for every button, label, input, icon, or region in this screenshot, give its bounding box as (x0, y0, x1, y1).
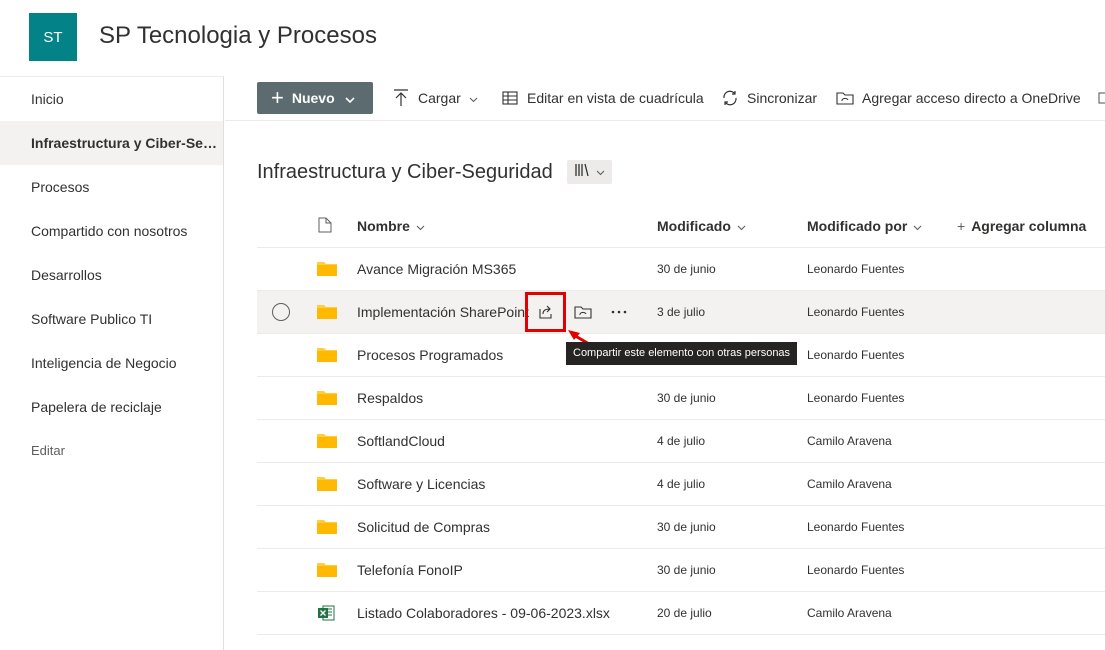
row-name-link[interactable]: Implementación SharePoint (357, 291, 529, 333)
plus-icon: + (271, 85, 284, 110)
sync-button[interactable]: Sincronizar (721, 76, 817, 120)
upload-label: Cargar (418, 90, 461, 106)
row-modified-by[interactable]: Leonardo Fuentes (807, 506, 904, 548)
row-modified-date: 30 de junio (657, 262, 716, 276)
site-logo[interactable]: ST (29, 13, 77, 61)
table-row[interactable]: Solicitud de Compras 30 de junio Leonardo … (257, 506, 1105, 549)
upload-icon (392, 89, 410, 107)
row-name-link[interactable]: SoftlandCloud (357, 420, 445, 462)
nav-item-infraestructura[interactable]: Infraestructura y Ciber-Seguridad (0, 121, 223, 165)
folder-icon (317, 518, 337, 536)
row-modified-date: 3 de julio (657, 305, 706, 319)
row-name-link[interactable]: Respaldos (357, 377, 423, 419)
chevron-down-icon (737, 218, 746, 234)
nav-edit-link[interactable]: Editar (0, 429, 223, 473)
document-icon (318, 217, 332, 236)
folder-icon (317, 346, 337, 364)
share-tooltip: Compartir este elemento con otras person… (566, 342, 798, 365)
row-modified-date: 30 de junio (657, 520, 716, 534)
file-type-column-header[interactable] (318, 205, 332, 247)
row-name-link[interactable]: Telefonía FonoIP (357, 549, 463, 591)
nav-item-inicio[interactable]: Inicio (0, 77, 223, 121)
folder-icon (317, 303, 337, 321)
table-row[interactable]: Implementación SharePoint 3 de julio Leona… (257, 291, 1105, 334)
excel-file-icon (317, 604, 337, 622)
nav-item-desarrollos[interactable]: Desarrollos (0, 253, 223, 297)
folder-icon (317, 432, 337, 450)
row-name-link[interactable]: Avance Migración MS365 (357, 248, 516, 290)
nav-item-software-publico[interactable]: Software Publico TI (0, 297, 223, 341)
add-column-button[interactable]: + Agregar columna (957, 205, 1086, 247)
grid-view-button[interactable]: Editar en vista de cuadrícula (501, 76, 704, 120)
row-modified-by[interactable]: Leonardo Fuentes (807, 377, 904, 419)
chevron-down-icon (913, 218, 922, 234)
row-modified-by[interactable]: Camilo Aravena (807, 592, 892, 634)
row-modified-by[interactable]: Camilo Aravena (807, 420, 892, 462)
nav-item-procesos[interactable]: Procesos (0, 165, 223, 209)
row-name-link[interactable]: Procesos Programados (357, 334, 503, 376)
row-modified-date: 4 de julio (657, 477, 706, 491)
table-row[interactable]: Software y Licencias 4 de julio Camilo Ara… (257, 463, 1105, 506)
add-onedrive-shortcut-button[interactable]: Agregar acceso directo a OneDrive (836, 76, 1081, 120)
site-title[interactable]: SP Tecnologia y Procesos (99, 22, 377, 50)
column-header-name[interactable]: Nombre (357, 205, 425, 247)
new-button[interactable]: + Nuevo (257, 82, 373, 114)
plus-icon: + (957, 218, 966, 234)
more-commands-icon[interactable] (1098, 76, 1105, 120)
row-modified-by[interactable]: Leonardo Fuentes (807, 291, 904, 333)
row-modified-by[interactable]: Leonardo Fuentes (807, 334, 904, 376)
new-button-label: Nuevo (291, 90, 335, 106)
nav-item-papelera[interactable]: Papelera de reciclaje (0, 385, 223, 429)
row-modified-date: 4 de julio (657, 434, 706, 448)
folder-icon (317, 260, 337, 278)
site-header: ST SP Tecnologia y Procesos (0, 0, 1105, 76)
sync-label: Sincronizar (747, 90, 818, 106)
column-header-modified[interactable]: Modificado (657, 205, 746, 247)
table-row[interactable]: Listado Colaboradores - 09-06-2023.xlsx 2… (257, 592, 1105, 635)
add-column-label: Agregar columna (971, 218, 1087, 234)
folder-icon (317, 389, 337, 407)
row-name-link[interactable]: Listado Colaboradores - 09-06-2023.xlsx (357, 592, 610, 634)
row-modified-by[interactable]: Leonardo Fuentes (807, 549, 904, 591)
row-modified-date: 20 de julio (657, 606, 712, 620)
nav-item-inteligencia-negocio[interactable]: Inteligencia de Negocio (0, 341, 223, 385)
column-header-modified-by-label: Modificado por (807, 218, 908, 234)
library-icon (574, 162, 592, 183)
chevron-down-icon (345, 90, 355, 106)
chevron-down-icon (596, 163, 605, 181)
table-row[interactable]: Respaldos 30 de junio Leonardo Fuentes (257, 377, 1105, 420)
left-navigation: Inicio Infraestructura y Ciber-Seguridad… (0, 76, 224, 650)
chevron-down-icon (469, 90, 478, 106)
onedrive-shortcut-icon (836, 89, 854, 107)
column-header-name-label: Nombre (357, 218, 410, 234)
upload-button[interactable]: Cargar (392, 76, 478, 120)
row-modified-by[interactable]: Leonardo Fuentes (807, 248, 904, 290)
table-row[interactable]: Telefonía FonoIP 30 de junio Leonardo Fuen… (257, 549, 1105, 592)
library-title: Infraestructura y Ciber-Seguridad (257, 161, 553, 183)
row-select-checkbox[interactable] (272, 303, 290, 321)
command-bar: + Nuevo Cargar Editar en vista de cuadrí… (225, 76, 1105, 121)
grid-view-label: Editar en vista de cuadrícula (527, 90, 704, 106)
add-onedrive-shortcut-label: Agregar acceso directo a OneDrive (862, 90, 1081, 106)
chevron-down-icon (416, 218, 425, 234)
row-modified-by[interactable]: Camilo Aravena (807, 463, 892, 505)
view-switcher-button[interactable] (567, 160, 612, 184)
row-modified-date: 30 de junio (657, 563, 716, 577)
nav-item-compartido[interactable]: Compartido con nosotros (0, 209, 223, 253)
column-header-modified-by[interactable]: Modificado por (807, 205, 922, 247)
row-modified-date: 30 de junio (657, 391, 716, 405)
sync-icon (721, 89, 739, 107)
row-name-link[interactable]: Solicitud de Compras (357, 506, 490, 548)
table-row[interactable]: SoftlandCloud 4 de julio Camilo Aravena (257, 420, 1105, 463)
column-header-modified-label: Modificado (657, 218, 731, 234)
folder-icon (317, 561, 337, 579)
row-name-link[interactable]: Software y Licencias (357, 463, 485, 505)
table-row[interactable]: Avance Migración MS365 30 de junio Leonard… (257, 248, 1105, 291)
folder-icon (317, 475, 337, 493)
grid-icon (501, 89, 519, 107)
